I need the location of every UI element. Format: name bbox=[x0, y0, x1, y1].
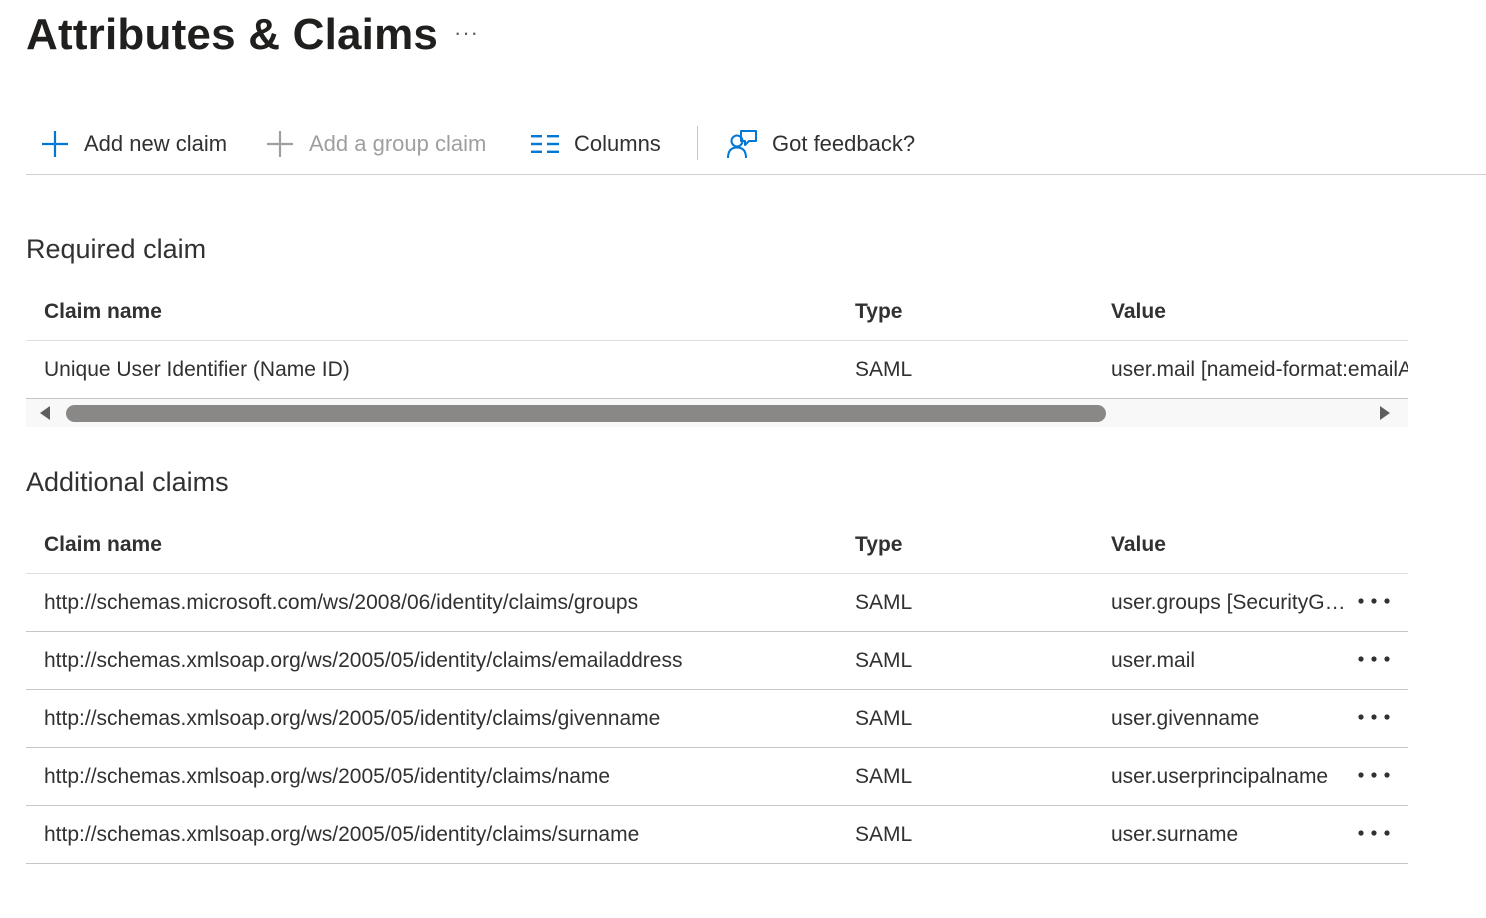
add-new-claim-label: Add new claim bbox=[84, 131, 228, 156]
claim-name-cell: http://schemas.xmlsoap.org/ws/2005/05/id… bbox=[44, 649, 683, 672]
claim-type-cell: SAML bbox=[855, 591, 913, 614]
row-more-button[interactable] bbox=[1354, 645, 1394, 673]
table-row[interactable]: Unique User Identifier (Name ID) SAML us… bbox=[26, 341, 1408, 399]
row-more-button[interactable] bbox=[1354, 703, 1394, 731]
table-row[interactable]: http://schemas.xmlsoap.org/ws/2005/05/id… bbox=[26, 806, 1408, 864]
add-group-claim-label: Add a group claim bbox=[309, 131, 487, 156]
columns-label: Columns bbox=[574, 131, 661, 156]
column-header-value[interactable]: Value bbox=[1111, 533, 1166, 557]
required-claim-heading: Required claim bbox=[26, 234, 207, 264]
table-row[interactable]: http://schemas.xmlsoap.org/ws/2005/05/id… bbox=[26, 690, 1408, 748]
column-header-claim-name[interactable]: Claim name bbox=[44, 300, 162, 324]
table-row[interactable]: http://schemas.xmlsoap.org/ws/2005/05/id… bbox=[26, 748, 1408, 806]
columns-icon bbox=[531, 135, 559, 153]
claim-value-cell: user.groups [SecurityGroup] bbox=[1111, 591, 1351, 614]
claim-type-cell: SAML bbox=[855, 707, 913, 730]
table-row[interactable]: http://schemas.microsoft.com/ws/2008/06/… bbox=[26, 574, 1408, 632]
additional-claims-table: Claim name Type Value http://schemas.mic… bbox=[26, 515, 1408, 864]
more-horizontal-icon bbox=[1358, 830, 1390, 836]
add-group-claim-button[interactable]: Add a group claim bbox=[265, 126, 486, 162]
row-more-button[interactable] bbox=[1354, 819, 1394, 847]
table-header: Claim name Type Value bbox=[26, 515, 1408, 574]
column-header-type[interactable]: Type bbox=[855, 300, 902, 324]
toolbar-divider bbox=[697, 126, 698, 160]
page-title: Attributes & Claims bbox=[26, 10, 439, 59]
claim-type-cell: SAML bbox=[855, 649, 913, 672]
more-horizontal-icon bbox=[1358, 598, 1390, 604]
title-more-icon[interactable]: ··· bbox=[454, 20, 479, 46]
claim-value-cell: user.surname bbox=[1111, 823, 1239, 846]
claim-type-cell: SAML bbox=[855, 823, 913, 846]
scroll-right-arrow-icon[interactable] bbox=[1380, 406, 1390, 420]
claim-name-cell: http://schemas.microsoft.com/ws/2008/06/… bbox=[44, 591, 639, 614]
horizontal-scrollbar[interactable] bbox=[26, 399, 1408, 427]
row-more-button[interactable] bbox=[1354, 587, 1394, 615]
add-new-claim-button[interactable]: Add new claim bbox=[40, 126, 227, 162]
additional-claims-heading: Additional claims bbox=[26, 467, 229, 497]
column-header-claim-name[interactable]: Claim name bbox=[44, 533, 162, 557]
more-horizontal-icon bbox=[1358, 656, 1390, 662]
required-claim-table: Claim name Type Value Unique User Identi… bbox=[26, 282, 1408, 427]
column-header-type[interactable]: Type bbox=[855, 533, 902, 557]
row-more-button[interactable] bbox=[1354, 761, 1394, 789]
feedback-label: Got feedback? bbox=[772, 131, 916, 156]
plus-icon bbox=[42, 131, 68, 157]
claim-value-cell: user.userprincipalname bbox=[1111, 765, 1329, 788]
plus-icon bbox=[267, 131, 293, 157]
claim-name-cell: http://schemas.xmlsoap.org/ws/2005/05/id… bbox=[44, 707, 661, 730]
more-horizontal-icon bbox=[1358, 714, 1390, 720]
claim-name-cell: http://schemas.xmlsoap.org/ws/2005/05/id… bbox=[44, 823, 640, 846]
claim-value-cell: user.mail [nameid-format:emailAddress] bbox=[1111, 358, 1408, 381]
table-header: Claim name Type Value bbox=[26, 282, 1408, 341]
scroll-left-arrow-icon[interactable] bbox=[40, 406, 50, 420]
columns-button[interactable]: Columns bbox=[530, 126, 661, 162]
claim-value-cell: user.givenname bbox=[1111, 707, 1260, 730]
claim-name-cell: http://schemas.xmlsoap.org/ws/2005/05/id… bbox=[44, 765, 611, 788]
claim-type-cell: SAML bbox=[855, 358, 913, 381]
claim-type-cell: SAML bbox=[855, 765, 913, 788]
claim-name-cell: Unique User Identifier (Name ID) bbox=[44, 358, 350, 381]
table-row[interactable]: http://schemas.xmlsoap.org/ws/2005/05/id… bbox=[26, 632, 1408, 690]
column-header-value[interactable]: Value bbox=[1111, 300, 1166, 324]
scrollbar-thumb[interactable] bbox=[66, 405, 1106, 422]
feedback-button[interactable]: Got feedback? bbox=[726, 126, 915, 162]
feedback-person-icon bbox=[727, 130, 757, 159]
command-bar: Add new claim Add a group claim Columns … bbox=[26, 118, 1486, 175]
claim-value-cell: user.mail bbox=[1111, 649, 1196, 672]
more-horizontal-icon bbox=[1358, 772, 1390, 778]
